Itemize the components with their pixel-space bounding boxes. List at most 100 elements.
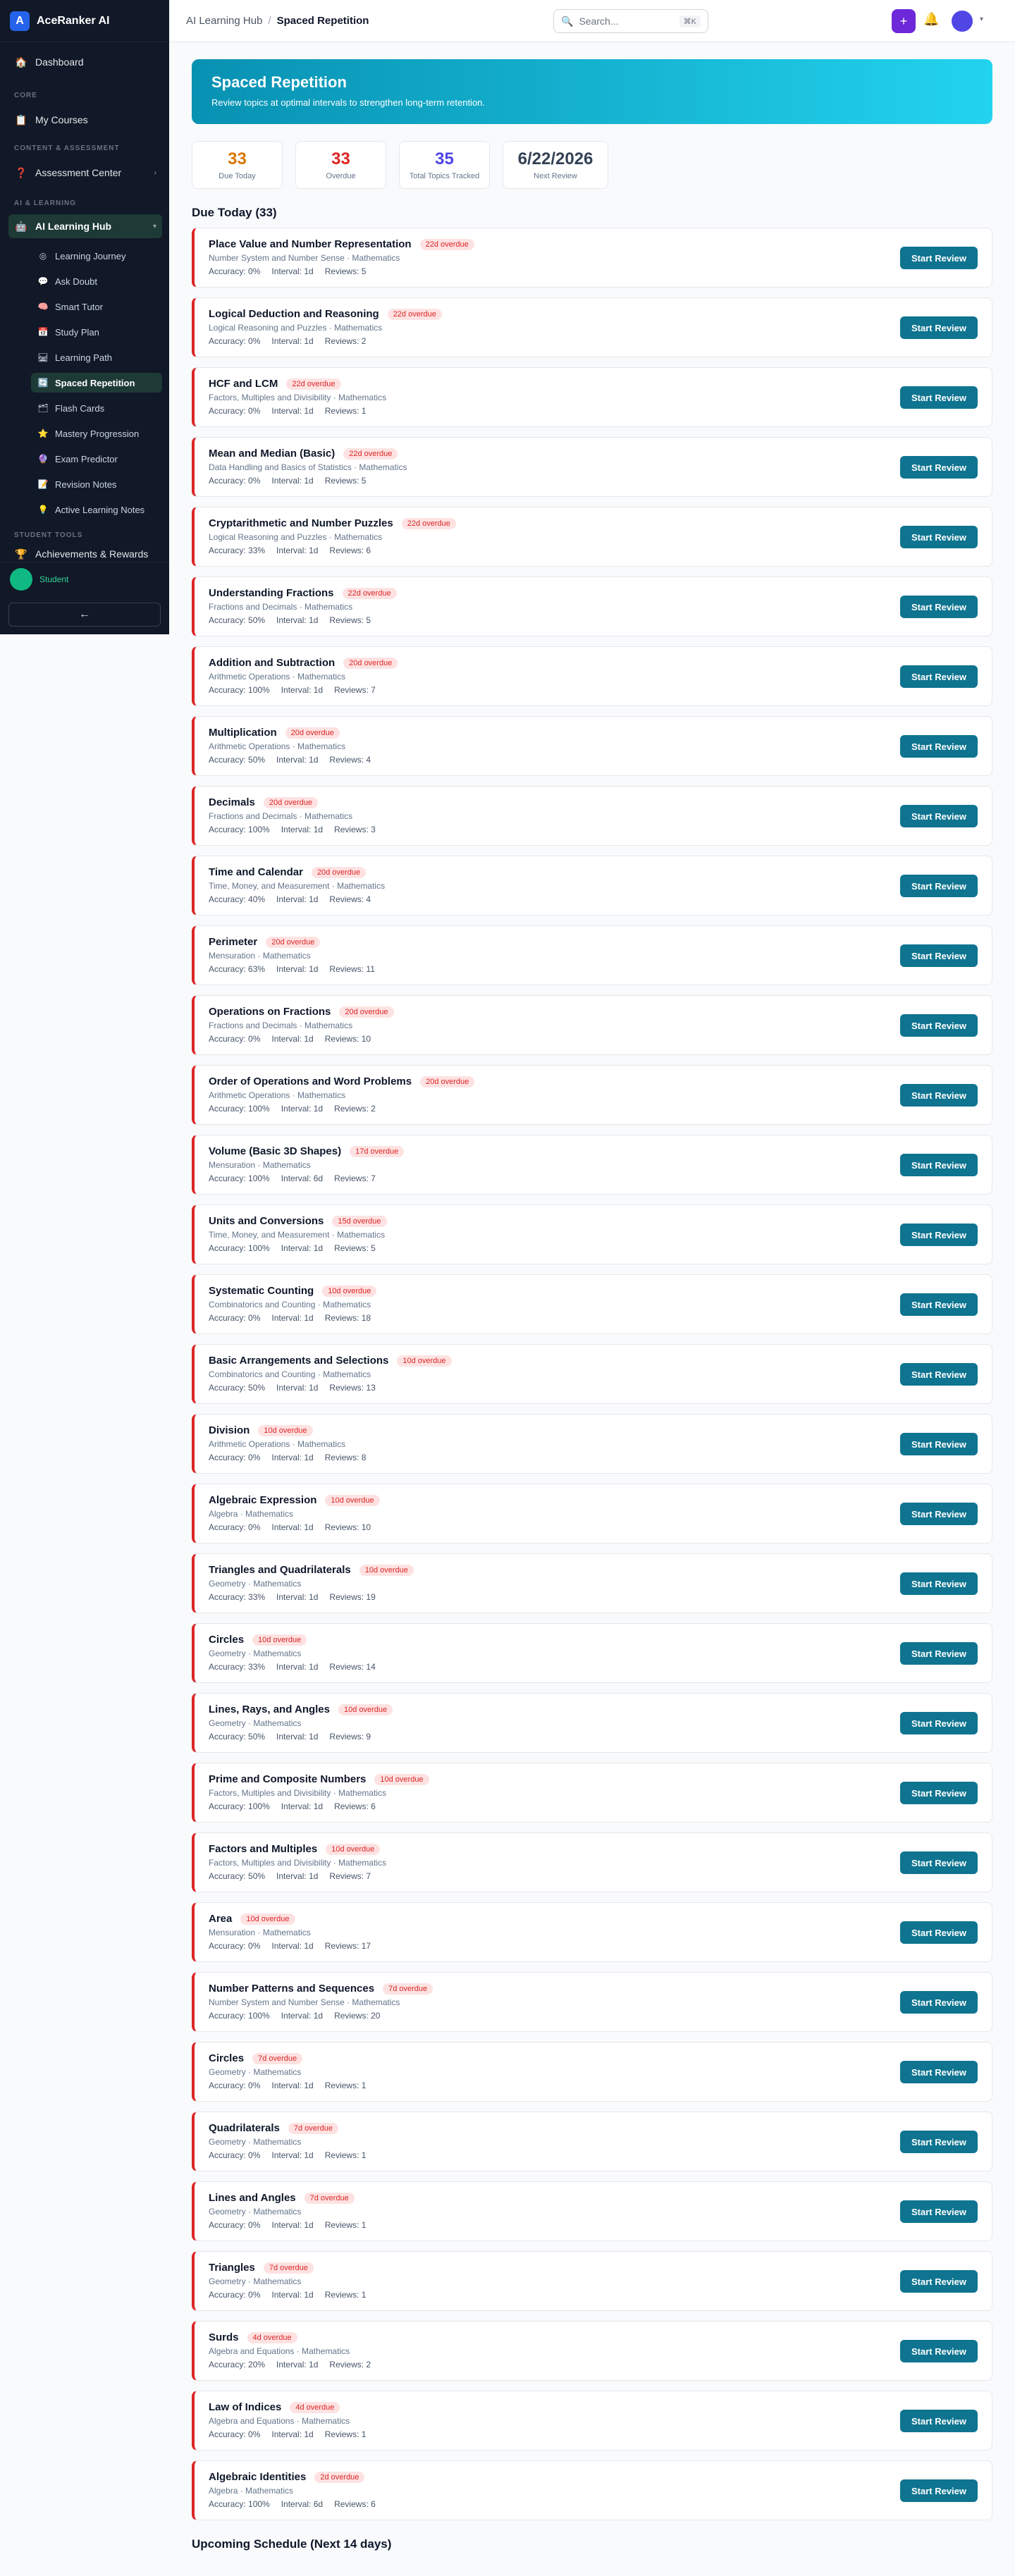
brand[interactable]: A AceRanker AI	[0, 0, 169, 42]
sidebar-item-label: Study Plan	[55, 326, 99, 338]
topic-reviews: Reviews: 11	[329, 964, 375, 974]
topic-card: Lines, Rays, and Angles 10d overdue Geomet…	[192, 1693, 992, 1753]
start-review-button[interactable]: Start Review	[900, 1433, 978, 1455]
start-review-button[interactable]: Start Review	[900, 1572, 978, 1595]
topic-interval: Interval: 1d	[271, 406, 314, 416]
start-review-button[interactable]: Start Review	[900, 1224, 978, 1246]
sidebar-subitem-study-plan[interactable]: 📅 Study Plan	[31, 322, 162, 342]
topic-stats: Accuracy: 0% Interval: 1d Reviews: 1	[209, 2150, 978, 2160]
overdue-badge: 20d overdue	[285, 727, 340, 739]
start-review-button[interactable]: Start Review	[900, 526, 978, 548]
add-button[interactable]: +	[892, 9, 916, 33]
start-review-button[interactable]: Start Review	[900, 316, 978, 339]
bell-icon[interactable]: 🔔	[923, 12, 939, 27]
start-review-button[interactable]: Start Review	[900, 1503, 978, 1525]
start-review-button[interactable]: Start Review	[900, 1642, 978, 1665]
start-review-button[interactable]: Start Review	[900, 1154, 978, 1176]
topic-accuracy: Accuracy: 50%	[209, 1871, 266, 1881]
topic-interval: Interval: 1d	[276, 964, 319, 974]
topic-interval: Interval: 1d	[276, 2360, 319, 2369]
sidebar-subitem-learning-path[interactable]: 🛤 Learning Path	[31, 347, 162, 367]
topic-category: Geometry · Mathematics	[209, 2276, 302, 2286]
topic-interval: Interval: 1d	[271, 1522, 314, 1532]
start-review-button[interactable]: Start Review	[900, 2270, 978, 2293]
start-review-button[interactable]: Start Review	[900, 2410, 978, 2432]
overdue-badge: 22d overdue	[343, 448, 398, 460]
start-review-button[interactable]: Start Review	[900, 2479, 978, 2502]
start-review-button[interactable]: Start Review	[900, 247, 978, 269]
overdue-badge: 7d overdue	[304, 2192, 355, 2204]
sidebar-subitem-active-learning-notes[interactable]: 💡 Active Learning Notes	[31, 500, 162, 519]
question-icon: ❓	[15, 166, 27, 178]
sidebar-subitem-learning-journey[interactable]: ◎ Learning Journey	[31, 246, 162, 266]
topic-interval: Interval: 1d	[281, 1243, 324, 1253]
topic-category: Combinatorics and Counting · Mathematics	[209, 1300, 371, 1309]
topic-reviews: Reviews: 7	[334, 685, 376, 695]
start-review-button[interactable]: Start Review	[900, 1782, 978, 1804]
topic-name: Number Patterns and Sequences	[209, 1983, 375, 1995]
start-review-button[interactable]: Start Review	[900, 596, 978, 618]
sidebar-item-dashboard[interactable]: 🏠 Dashboard	[8, 51, 162, 73]
sidebar-item-achievements[interactable]: 🏆 Achievements & Rewards	[8, 547, 162, 561]
start-review-button[interactable]: Start Review	[900, 1293, 978, 1316]
sidebar-subitem-mastery-progression[interactable]: ⭐ Mastery Progression	[31, 424, 162, 443]
topic-reviews: Reviews: 6	[334, 2499, 376, 2509]
overdue-badge: 10d overdue	[258, 1424, 313, 1436]
overdue-badge: 15d overdue	[332, 1215, 387, 1227]
topic-reviews: Reviews: 6	[329, 546, 371, 555]
stat-label: Due Today	[219, 172, 256, 180]
start-review-button[interactable]: Start Review	[900, 1991, 978, 2014]
breadcrumb-parent[interactable]: AI Learning Hub	[186, 15, 262, 27]
start-review-button[interactable]: Start Review	[900, 456, 978, 479]
book-icon: 📋	[15, 113, 27, 125]
home-icon: 🏠	[15, 56, 27, 68]
breadcrumb-current: Spaced Repetition	[276, 15, 369, 27]
start-review-button[interactable]: Start Review	[900, 735, 978, 758]
start-review-button[interactable]: Start Review	[900, 386, 978, 409]
topic-category: Arithmetic Operations · Mathematics	[209, 672, 346, 682]
topic-accuracy: Accuracy: 50%	[209, 1732, 266, 1742]
collapse-sidebar-button[interactable]: ←	[8, 603, 161, 627]
user-bar[interactable]: Student	[0, 562, 169, 596]
sidebar-subitem-flash-cards[interactable]: 🗂 Flash Cards	[31, 398, 162, 418]
start-review-button[interactable]: Start Review	[900, 2061, 978, 2083]
start-review-button[interactable]: Start Review	[900, 2200, 978, 2223]
topic-accuracy: Accuracy: 33%	[209, 1592, 266, 1602]
chevron-right-icon: ›	[154, 168, 156, 177]
sidebar-subitem-revision-notes[interactable]: 📝 Revision Notes	[31, 474, 162, 494]
sidebar-subitem-spaced-repetition[interactable]: 🔄 Spaced Repetition	[31, 373, 162, 393]
topic-name: Lines, Rays, and Angles	[209, 1703, 330, 1715]
topic-category: Fractions and Decimals · Mathematics	[209, 811, 353, 821]
start-review-button[interactable]: Start Review	[900, 1363, 978, 1386]
avatar[interactable]	[952, 11, 973, 32]
sidebar-subitem-smart-tutor[interactable]: 🧠 Smart Tutor	[31, 297, 162, 316]
start-review-button[interactable]: Start Review	[900, 1851, 978, 1874]
topic-card: Understanding Fractions 22d overdue Fracti…	[192, 577, 992, 636]
start-review-button[interactable]: Start Review	[900, 805, 978, 827]
start-review-button[interactable]: Start Review	[900, 2340, 978, 2362]
chevron-down-icon[interactable]: ▾	[980, 16, 983, 23]
topic-stats: Accuracy: 20% Interval: 1d Reviews: 2	[209, 2360, 978, 2369]
start-review-button[interactable]: Start Review	[900, 1712, 978, 1734]
topic-card: Circles 7d overdue Geometry · Mathematics A…	[192, 2042, 992, 2102]
start-review-button[interactable]: Start Review	[900, 665, 978, 688]
topic-name: Decimals	[209, 796, 255, 808]
overdue-badge: 7d overdue	[383, 1983, 433, 1995]
start-review-button[interactable]: Start Review	[900, 1014, 978, 1037]
section-ai-learning: AI & LEARNING	[14, 199, 76, 207]
sidebar-item-ai-learning-hub[interactable]: 🤖 AI Learning Hub ▾	[8, 214, 162, 238]
topic-card: Factors and Multiples 10d overdue Factors,…	[192, 1832, 992, 1892]
topic-name: Surds	[209, 2331, 239, 2343]
start-review-button[interactable]: Start Review	[900, 1084, 978, 1107]
topic-reviews: Reviews: 7	[329, 1871, 371, 1881]
search-input[interactable]: 🔍 Search... ⌘K	[553, 9, 708, 33]
sidebar-item-my-courses[interactable]: 📋 My Courses	[8, 109, 162, 130]
topic-interval: Interval: 1d	[276, 1662, 319, 1672]
start-review-button[interactable]: Start Review	[900, 875, 978, 897]
start-review-button[interactable]: Start Review	[900, 944, 978, 967]
start-review-button[interactable]: Start Review	[900, 1921, 978, 1944]
sidebar-item-assessment-center[interactable]: ❓ Assessment Center ›	[8, 162, 162, 183]
sidebar-subitem-exam-predictor[interactable]: 🔮 Exam Predictor	[31, 449, 162, 469]
sidebar-subitem-ask-doubt[interactable]: 💬 Ask Doubt	[31, 271, 162, 291]
start-review-button[interactable]: Start Review	[900, 2131, 978, 2153]
